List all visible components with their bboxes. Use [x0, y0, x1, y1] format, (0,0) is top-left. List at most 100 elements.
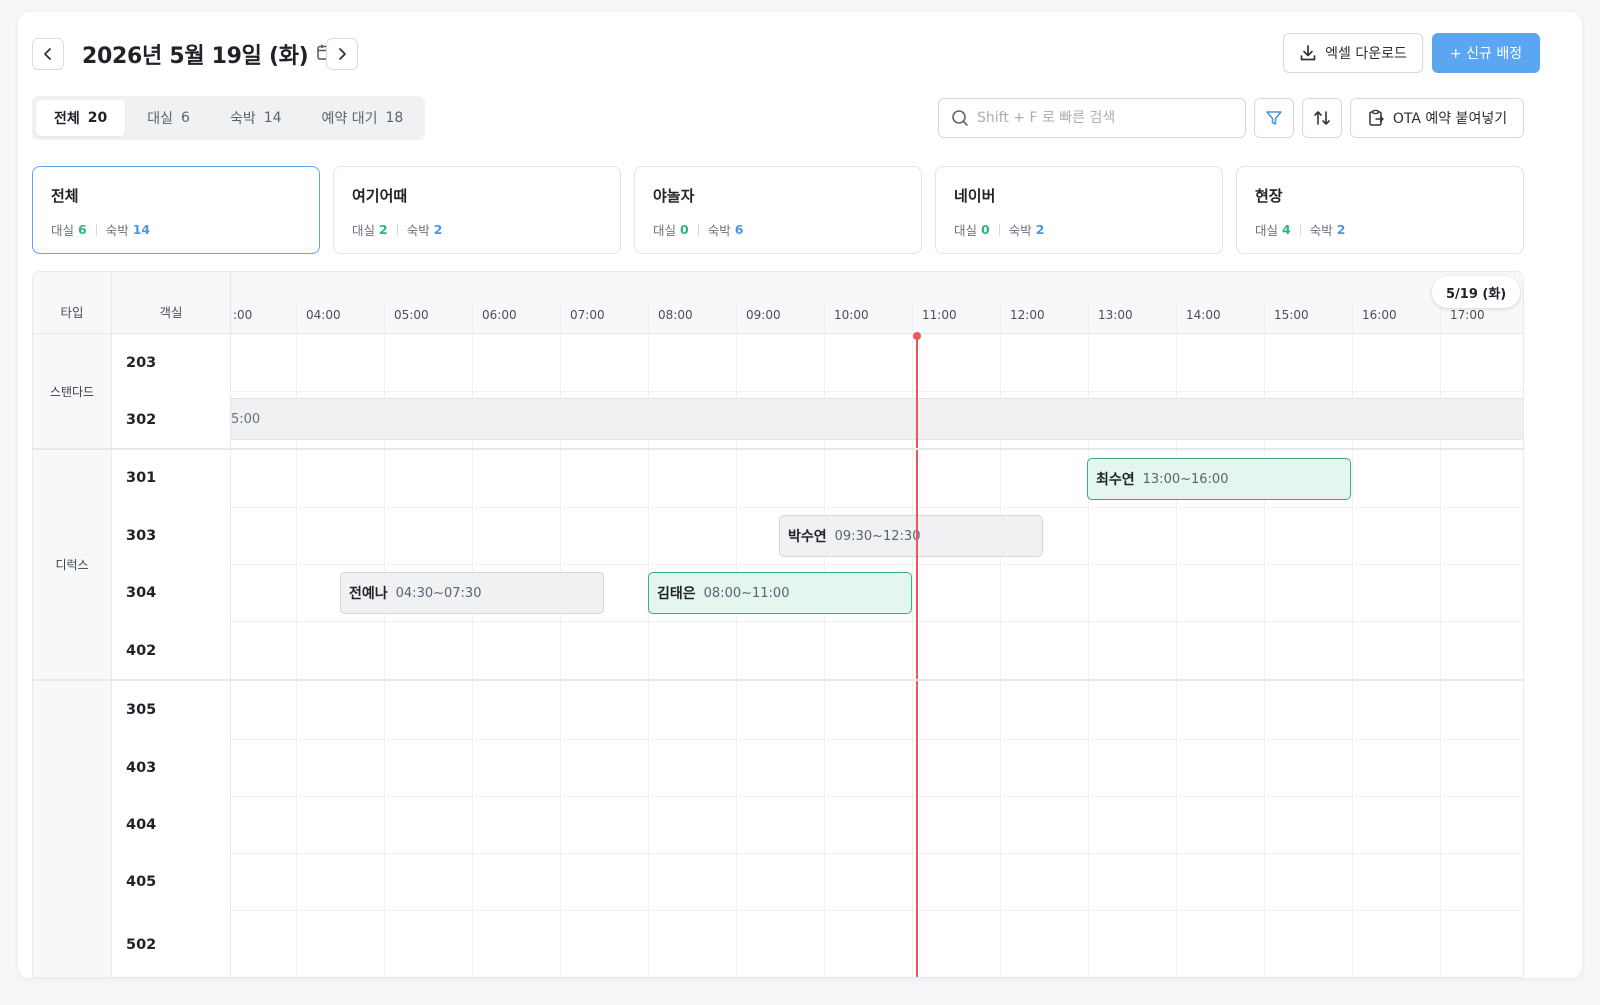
search-box	[938, 98, 1246, 138]
daesil-label: 대실	[352, 223, 376, 238]
tab-count: 6	[181, 110, 190, 126]
type-cell: 디럭스	[33, 449, 112, 680]
chevron-right-icon	[339, 48, 346, 60]
divider	[396, 223, 398, 236]
reservation-time: 04:30~07:30	[395, 585, 482, 601]
filter-icon	[1266, 111, 1282, 125]
tab-count: 20	[87, 110, 108, 126]
room-cell: 303	[112, 507, 231, 564]
tab-label: 숙박	[229, 111, 256, 127]
ota-paste-button[interactable]: OTA 예약 붙여넣기	[1350, 98, 1524, 138]
row-gridline	[231, 739, 1523, 740]
date-chip: 5/19 (화)	[1432, 276, 1521, 308]
type-cell: 스탠다드	[33, 334, 112, 449]
time-label: 11:00	[922, 308, 957, 322]
new-assign-label: + 신규 배정	[1449, 46, 1523, 62]
daesil-label: 대실	[954, 223, 978, 238]
excel-download-button[interactable]: 엑셀 다운로드	[1283, 33, 1423, 73]
row-gridline	[231, 621, 1523, 622]
divider	[697, 223, 699, 236]
channel-card-naver[interactable]: 네이버 대실 0 숙박 2	[935, 166, 1223, 254]
reservation-block[interactable]: 최수연 13:00~16:00	[1087, 458, 1351, 500]
room-cell: 203	[112, 334, 231, 391]
reservation-time: 08:00~11:00	[703, 585, 790, 601]
guest-name: 전예나	[349, 586, 388, 602]
channel-name: 현장	[1255, 187, 1283, 205]
reservation-block[interactable]: 김태은 08:00~11:00	[648, 572, 912, 614]
channel-counts: 대실 0 숙박 2	[954, 220, 1204, 239]
sort-button[interactable]	[1302, 98, 1342, 138]
tab-sukbak[interactable]: 숙박 14	[212, 100, 300, 136]
prev-day-button[interactable]	[32, 38, 64, 70]
channel-counts: 대실 6 숙박 14	[51, 220, 301, 239]
room-cell: 304	[112, 564, 231, 621]
sukbak-count: 6	[734, 222, 744, 237]
time-label: 06:00	[482, 308, 517, 322]
reservation-block[interactable]: 전예나 04:30~07:30	[340, 572, 604, 614]
daesil-count: 0	[680, 222, 689, 237]
filter-button[interactable]	[1254, 98, 1294, 138]
sukbak-label: 숙박	[105, 223, 129, 238]
reservation-block[interactable]: 박수연 09:30~12:30	[779, 515, 1043, 557]
channel-card-yeogi[interactable]: 여기어때 대실 2 숙박 2	[333, 166, 621, 254]
time-label: 07:00	[570, 308, 605, 322]
new-assign-button[interactable]: + 신규 배정	[1432, 33, 1540, 73]
tab-daesil[interactable]: 대실 6	[129, 100, 208, 136]
search-input[interactable]	[977, 110, 1227, 126]
next-day-button[interactable]	[326, 38, 358, 70]
time-label: 16:00	[1362, 308, 1397, 322]
row-gridline	[231, 564, 1523, 565]
sukbak-label: 숙박	[707, 223, 731, 238]
filter-tabs: 전체 20 대실 6 숙박 14 예약 대기 18	[32, 96, 426, 140]
daesil-count: 0	[981, 222, 990, 237]
guest-name: 최수연	[1096, 472, 1135, 488]
tab-count: 14	[263, 110, 282, 126]
sukbak-label: 숙박	[1309, 223, 1333, 238]
room-cell: 502	[112, 910, 231, 977]
timeline-grid: 타입 객실 스탠다드 디럭스 203 302 301 303 304 402 3…	[32, 271, 1524, 978]
excel-download-label: 엑셀 다운로드	[1325, 46, 1407, 62]
time-label: :00	[233, 308, 253, 322]
time-label: 04:00	[306, 308, 341, 322]
room-cell: 405	[112, 853, 231, 910]
tab-waiting[interactable]: 예약 대기 18	[304, 100, 422, 136]
channel-name: 네이버	[954, 187, 996, 205]
divider	[998, 223, 1000, 236]
sort-icon	[1314, 111, 1330, 125]
group-divider	[33, 448, 1523, 450]
room-cell: 301	[112, 449, 231, 507]
date-title-text: 2026년 5월 19일 (화)	[82, 44, 309, 69]
tab-all[interactable]: 전체 20	[36, 100, 126, 136]
sukbak-count: 2	[1336, 222, 1346, 237]
blocked-stay-302[interactable]: 5:00	[231, 398, 1523, 440]
time-label: 09:00	[746, 308, 781, 322]
room-cell: 403	[112, 739, 231, 796]
daesil-count: 2	[379, 222, 388, 237]
time-label: 15:00	[1274, 308, 1309, 322]
channel-card-yanolja[interactable]: 야놀자 대실 0 숙박 6	[634, 166, 922, 254]
tab-label: 전체	[54, 111, 80, 127]
room-cell: 402	[112, 621, 231, 680]
row-gridline	[231, 391, 1523, 392]
daesil-label: 대실	[51, 223, 75, 238]
daesil-label: 대실	[653, 223, 677, 238]
time-label: 08:00	[658, 308, 693, 322]
channel-card-onsite[interactable]: 현장 대실 4 숙박 2	[1236, 166, 1524, 254]
daesil-count: 6	[78, 222, 87, 237]
room-cell: 305	[112, 680, 231, 739]
ota-paste-label: OTA 예약 붙여넣기	[1392, 111, 1508, 127]
tab-count: 18	[385, 110, 404, 126]
row-gridline	[231, 507, 1523, 508]
download-icon	[1300, 45, 1316, 61]
sukbak-count: 14	[132, 222, 151, 237]
room-cell: 302	[112, 391, 231, 449]
guest-name: 박수연	[788, 529, 827, 545]
paste-icon	[1369, 109, 1384, 126]
time-label: 12:00	[1010, 308, 1045, 322]
channel-counts: 대실 4 숙박 2	[1255, 220, 1505, 239]
row-gridline	[231, 796, 1523, 797]
row-gridline	[231, 853, 1523, 854]
channel-card-all[interactable]: 전체 대실 6 숙박 14	[32, 166, 320, 254]
sukbak-label: 숙박	[1008, 223, 1032, 238]
search-icon	[952, 110, 968, 126]
